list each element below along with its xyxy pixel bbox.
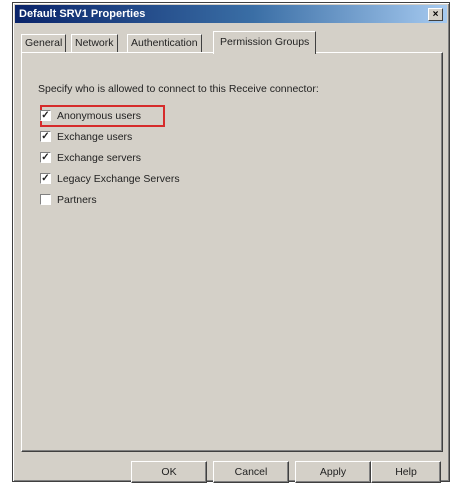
- permission-groups-panel: Specify who is allowed to connect to thi…: [21, 52, 443, 452]
- checkbox-label: Exchange servers: [57, 152, 142, 164]
- tab-network[interactable]: Network: [71, 34, 118, 53]
- check-icon: ✓: [41, 173, 50, 184]
- checkbox-box[interactable]: [40, 194, 51, 205]
- checkbox-box[interactable]: ✓: [40, 152, 51, 163]
- apply-button[interactable]: Apply: [295, 461, 371, 483]
- checkbox-box[interactable]: ✓: [40, 173, 51, 184]
- checkbox-label: Exchange users: [57, 131, 133, 143]
- tab-general[interactable]: General: [21, 34, 67, 53]
- check-icon: ✓: [41, 110, 50, 121]
- permission-description: Specify who is allowed to connect to thi…: [38, 83, 319, 95]
- checkbox-label: Partners: [57, 194, 97, 206]
- title-bar[interactable]: Default SRV1 Properties ×: [15, 5, 447, 23]
- check-icon: ✓: [41, 131, 50, 142]
- tab-strip: General Network Authentication Permissio…: [21, 31, 441, 54]
- ok-button[interactable]: OK: [131, 461, 207, 483]
- checkbox-box[interactable]: ✓: [40, 110, 51, 121]
- properties-dialog: Default SRV1 Properties × General Networ…: [12, 2, 450, 483]
- check-icon: ✓: [41, 152, 50, 163]
- cancel-button[interactable]: Cancel: [213, 461, 289, 483]
- tab-permission-groups[interactable]: Permission Groups: [213, 31, 317, 54]
- checkbox-label: Legacy Exchange Servers: [57, 173, 180, 185]
- window-title: Default SRV1 Properties: [19, 8, 146, 20]
- tab-authentication[interactable]: Authentication: [127, 34, 202, 53]
- checkbox-box[interactable]: ✓: [40, 131, 51, 142]
- checkbox-label: Anonymous users: [57, 110, 142, 122]
- close-button[interactable]: ×: [428, 8, 443, 21]
- help-button[interactable]: Help: [371, 461, 441, 483]
- close-icon: ×: [432, 9, 439, 20]
